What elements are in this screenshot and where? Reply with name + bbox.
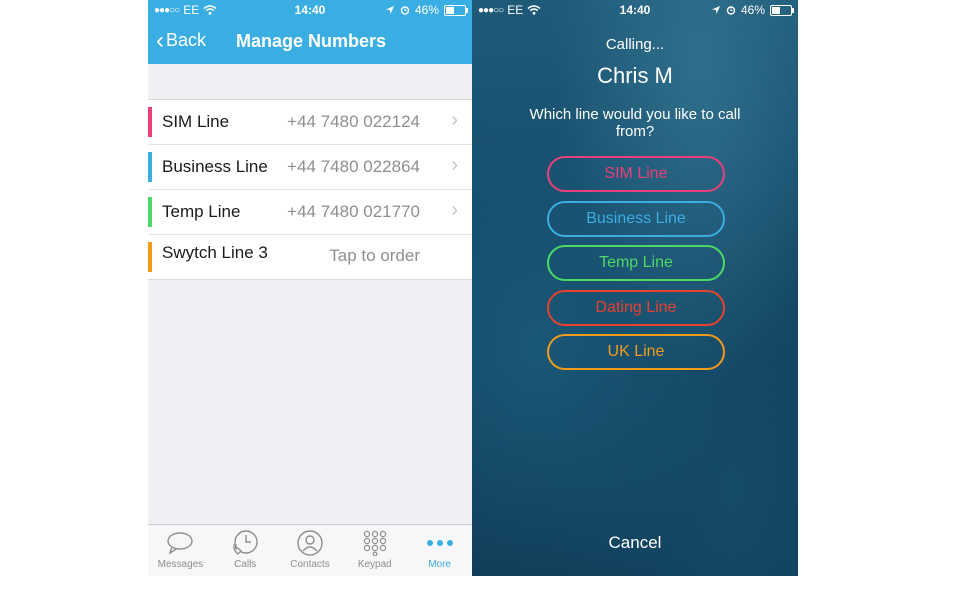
alarm-icon [726,6,736,15]
tab-label: Calls [234,559,257,570]
tab-label: Contacts [290,559,330,570]
tab-messages[interactable]: Messages [148,525,213,576]
tab-calls[interactable]: Calls [213,525,278,576]
chevron-right-icon: › [451,154,458,176]
battery-percent: 46% [740,3,765,17]
battery-icon [444,4,468,16]
calling-status: Calling... [605,36,665,53]
line-row-temp[interactable]: Temp Line +44 7480 021770 › [148,190,472,235]
tap-to-order-label: Tap to order [329,246,420,265]
status-bar: ●●●○○ EE 14:40 46% [148,0,472,20]
line-row-swytch-3[interactable]: Swytch Line 3 Tap to order [148,235,472,279]
line-color-bar [148,242,152,272]
line-color-bar [148,152,152,182]
cancel-button[interactable]: Cancel [472,533,798,553]
line-number: +44 7480 021770 [287,202,420,221]
business-line-button[interactable]: Business Line [547,201,725,237]
manage-numbers-screen: ●●●○○ EE 14:40 46% ‹ Back Manage Numbers [148,0,472,576]
chevron-left-icon: ‹ [156,26,164,54]
line-name: Business Line [162,157,268,176]
line-name: Swytch Line 3 [162,243,268,262]
battery-percent: 46% [414,3,439,17]
tab-label: Messages [157,559,204,570]
line-name: Temp Line [162,202,241,221]
tab-keypad[interactable]: Keypad [342,525,407,576]
line-row-business[interactable]: Business Line +44 7480 022864 › [148,145,472,190]
tab-label: Keypad [357,559,392,570]
contact-person-icon [297,530,323,556]
phone-clock-icon [233,530,258,555]
battery-icon [770,4,794,16]
line-prompt: Which line would you like to call from? [529,106,741,140]
calling-screen: ●●●○○ EE 14:40 46% Calling... Chris M Wh… [472,0,798,576]
line-color-bar [148,107,152,137]
back-label: Back [166,30,207,50]
location-arrow-icon [711,6,720,14]
line-number: +44 7480 022864 [287,157,420,176]
location-arrow-icon [385,6,394,14]
alarm-icon [400,6,410,15]
tab-more[interactable]: More [407,525,472,576]
uk-line-button[interactable]: UK Line [547,334,725,370]
keypad-grid-icon [363,530,386,556]
lines-list: SIM Line +44 7480 022124 › Business Line… [148,99,472,280]
sim-line-button[interactable]: SIM Line [547,156,725,192]
page-title: Manage Numbers [236,31,387,51]
temp-line-button[interactable]: Temp Line [547,245,725,281]
back-button[interactable]: ‹ Back [156,26,207,54]
line-name: SIM Line [162,112,230,131]
status-bar: ●●●○○ EE 14:40 46% [472,0,798,20]
nav-bar: ●●●○○ EE 14:40 46% ‹ Back Manage Numbers [148,0,472,64]
line-number: +44 7480 022124 [287,112,420,131]
message-bubble-icon [167,532,194,555]
tab-label: More [428,559,451,570]
line-row-sim[interactable]: SIM Line +44 7480 022124 › [148,100,472,145]
more-dots-icon [426,540,453,546]
tab-contacts[interactable]: Contacts [278,525,343,576]
chevron-right-icon: › [451,199,458,221]
line-color-bar [148,197,152,227]
contact-name: Chris M [597,63,673,88]
chevron-right-icon: › [451,109,458,131]
dating-line-button[interactable]: Dating Line [547,290,725,326]
tab-bar: Messages Calls Contacts Keypad More [148,524,472,576]
